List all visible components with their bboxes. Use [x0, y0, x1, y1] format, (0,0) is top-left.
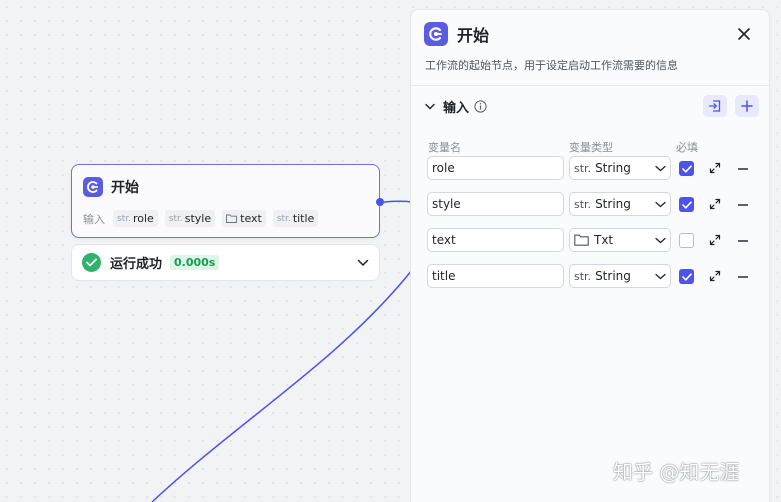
variable-name-input[interactable]: title [427, 264, 564, 288]
variable-type-select[interactable]: str. String [569, 264, 671, 288]
required-checkbox[interactable] [679, 233, 694, 248]
variable-row: text Txt [411, 228, 769, 254]
string-type-icon: str. [574, 197, 592, 211]
remove-variable-icon[interactable] [738, 240, 748, 242]
string-type-icon: str. [117, 213, 131, 224]
input-chip-name: text [240, 212, 262, 225]
string-type-icon: str. [168, 213, 183, 224]
import-button[interactable] [703, 95, 727, 117]
run-time-badge: 0.000s [170, 255, 220, 270]
chevron-down-icon[interactable] [425, 103, 435, 110]
import-icon [708, 100, 721, 112]
variable-name-input[interactable]: style [427, 192, 564, 216]
chevron-down-icon [655, 165, 666, 172]
remove-variable-icon[interactable] [738, 276, 748, 278]
add-variable-button[interactable] [735, 95, 759, 117]
string-type-icon: str. [574, 161, 592, 175]
chevron-down-icon[interactable] [357, 259, 369, 267]
panel-divider [411, 85, 769, 86]
plus-icon [741, 100, 753, 112]
expand-icon[interactable] [709, 234, 721, 246]
variable-type-select[interactable]: str. String [569, 192, 671, 216]
start-node-title: 开始 [111, 180, 139, 196]
variable-row: title str. String [411, 264, 769, 290]
input-chip-role: str. role [113, 210, 158, 227]
start-node-header: 开始 [83, 177, 139, 197]
chevron-down-icon [655, 201, 666, 208]
variable-type-value: Txt [594, 233, 614, 247]
panel-title: 开始 [457, 26, 490, 45]
string-type-icon: str. [276, 213, 291, 224]
required-checkbox[interactable] [679, 269, 694, 284]
required-checkbox[interactable] [679, 161, 694, 176]
expand-icon[interactable] [709, 162, 721, 174]
input-chip-title: str. title [272, 210, 319, 227]
input-chip-text: text [222, 210, 266, 227]
success-check-icon [82, 253, 101, 272]
check-icon [681, 200, 692, 209]
check-icon [681, 272, 692, 281]
remove-variable-icon[interactable] [738, 204, 748, 206]
node-settings-panel: 开始 工作流的起始节点，用于设定启动工作流需要的信息 输入 变量名 变量类型 必… [410, 9, 770, 502]
check-icon [681, 164, 692, 173]
chevron-down-icon [655, 237, 666, 244]
input-chip-name: role [132, 212, 154, 225]
column-header-name: 变量名 [428, 141, 461, 154]
input-section-title: 输入 [443, 101, 470, 116]
panel-header: 开始 [424, 22, 489, 46]
variable-name-input[interactable]: role [427, 156, 564, 180]
column-header-type: 变量类型 [569, 141, 613, 154]
start-node-icon [83, 177, 103, 197]
close-icon[interactable] [737, 26, 751, 40]
input-chip-name: style [184, 212, 212, 225]
variable-type-value: String [595, 269, 631, 283]
start-node-inputs: 输入 str. role str. style text str. title [83, 210, 325, 227]
run-result-card[interactable]: 运行成功 0.000s [71, 244, 380, 281]
string-type-icon: str. [574, 269, 592, 283]
column-header-required: 必填 [676, 141, 698, 154]
variable-name-input[interactable]: text [427, 228, 564, 252]
run-status-text: 运行成功 [110, 257, 163, 272]
input-chip-style: str. style [164, 210, 216, 227]
chevron-down-icon [655, 273, 666, 280]
input-section-header[interactable]: 输入 [425, 97, 487, 116]
variable-row: role str. String [411, 156, 769, 182]
folder-icon [226, 214, 238, 223]
variable-type-value: String [595, 197, 631, 211]
variable-type-value: String [595, 161, 631, 175]
watermark: 知乎 @知无涯 [613, 460, 740, 484]
expand-icon[interactable] [709, 270, 721, 282]
remove-variable-icon[interactable] [738, 168, 748, 170]
panel-description: 工作流的起始节点，用于设定启动工作流需要的信息 [425, 59, 678, 72]
start-node[interactable]: 开始 输入 str. role str. style text str. tit… [71, 164, 380, 238]
inputs-label: 输入 [83, 212, 105, 226]
variable-type-select[interactable]: str. String [569, 156, 671, 180]
variable-row: style str. String [411, 192, 769, 218]
start-node-icon [424, 22, 448, 46]
output-handle[interactable] [376, 198, 384, 206]
variable-type-select[interactable]: Txt [569, 228, 671, 252]
required-checkbox[interactable] [679, 197, 694, 212]
expand-icon[interactable] [709, 198, 721, 210]
folder-icon [574, 234, 589, 246]
input-chip-name: title [292, 212, 315, 225]
info-icon[interactable] [474, 100, 487, 113]
